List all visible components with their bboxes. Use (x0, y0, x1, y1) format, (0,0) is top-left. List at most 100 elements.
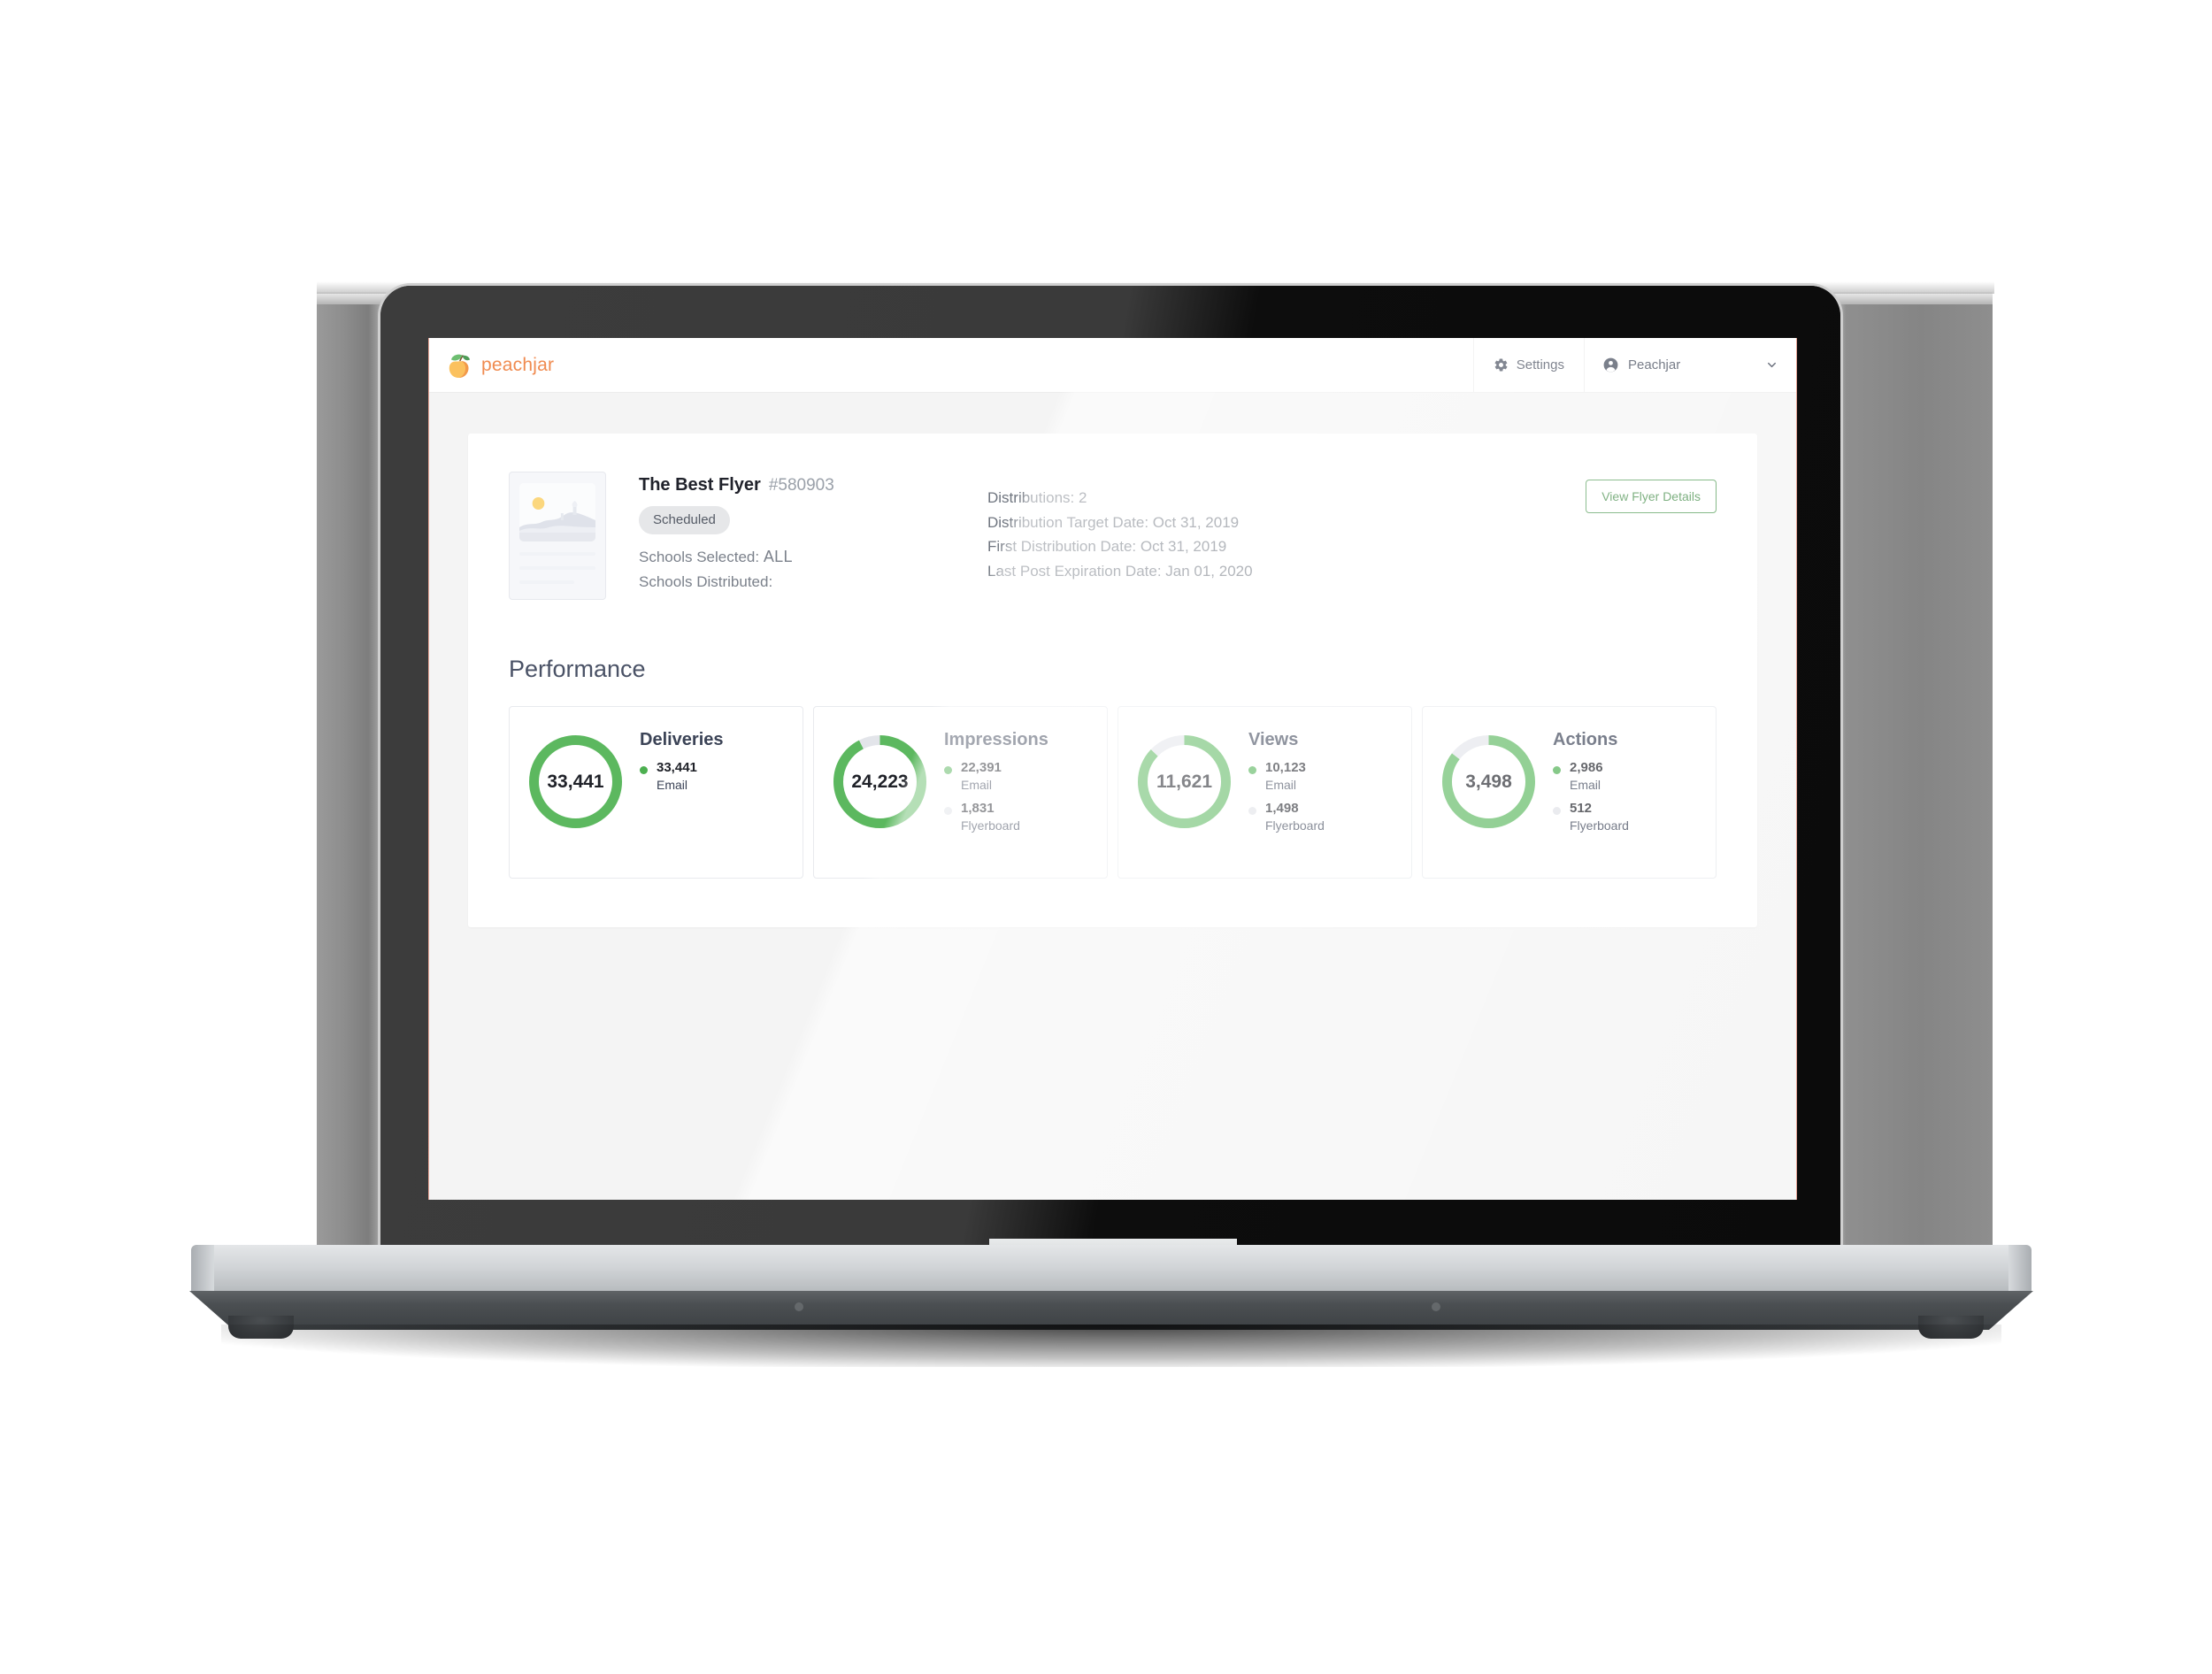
laptop-screw (795, 1302, 803, 1311)
performance-stat-grid: 33,441 Deliveries 33,441 Email 24,223 Impress… (509, 706, 1717, 879)
legend-source: Flyerboard (1265, 818, 1325, 833)
flyer-thumbnail-line (519, 552, 595, 556)
legend-value: 22,391 (961, 760, 1002, 775)
distributions-count: Distributions: 2 (987, 489, 1087, 506)
legend-value: 33,441 (657, 760, 697, 775)
status-badge: Scheduled (639, 506, 730, 534)
legend-source: Email (657, 778, 688, 792)
legend-row: 512 Flyerboard (1553, 801, 1629, 833)
legend-row: 22,391 Email (944, 760, 1048, 792)
legend-row: 33,441 Email (640, 760, 724, 792)
legend-text: 22,391 Email (961, 760, 1002, 792)
laptop-screen: peachjar Settings Peachjar The Best Flye… (429, 338, 1796, 1200)
flyer-thumbnail-artwork (519, 483, 595, 541)
flyer-id: #580903 (768, 476, 834, 495)
legend-dot-icon (944, 766, 952, 774)
stat-details: Actions 2,986 Email 512 Flyerboard (1553, 726, 1629, 833)
donut-chart: 3,498 (1439, 732, 1539, 832)
flyer-performance-card: The Best Flyer #580903 Scheduled Schools… (468, 434, 1757, 927)
laptop-base-top (191, 1245, 2032, 1293)
flyer-thumbnail-line (519, 580, 574, 584)
gear-icon (1494, 357, 1509, 372)
stat-title: Deliveries (640, 730, 724, 749)
legend-text: 10,123 Email (1265, 760, 1306, 792)
laptop-right-edge (1833, 292, 1993, 1246)
schools-distributed-row: Schools Distributed: (639, 572, 913, 591)
legend-dot-icon (640, 766, 648, 774)
last-post-expiration-date: Last Post Expiration Date: Jan 01, 2020 (987, 562, 1253, 580)
stat-card: 24,223 Impressions 22,391 Email 1,831 Flyerbo… (813, 706, 1108, 879)
legend-row: 1,831 Flyerboard (944, 801, 1048, 833)
legend-source: Email (1570, 778, 1601, 792)
first-distribution-date: First Distribution Date: Oct 31, 2019 (987, 538, 1227, 556)
schools-selected-label: Schools Selected: (639, 549, 760, 565)
donut-chart: 11,621 (1134, 732, 1234, 832)
legend-dot-icon (1553, 807, 1561, 815)
schools-selected-value: ALL (763, 548, 793, 565)
stat-card: 3,498 Actions 2,986 Email 512 Flyerboard (1422, 706, 1717, 879)
legend-row: 10,123 Email (1248, 760, 1325, 792)
laptop-drop-shadow (221, 1325, 2001, 1367)
stat-card: 33,441 Deliveries 33,441 Email (509, 706, 803, 879)
legend-source: Flyerboard (961, 818, 1020, 833)
brand-logo[interactable]: peachjar (448, 352, 554, 379)
settings-button[interactable]: Settings (1472, 338, 1584, 392)
laptop-left-edge (317, 292, 386, 1246)
donut-chart: 33,441 (526, 732, 626, 832)
legend-value: 1,831 (961, 801, 995, 816)
donut-total: 3,498 (1465, 771, 1512, 792)
donut-total: 33,441 (547, 771, 604, 792)
legend: 2,986 Email 512 Flyerboard (1553, 760, 1629, 833)
account-name: Peachjar (1628, 357, 1681, 372)
flyer-info: The Best Flyer #580903 Scheduled Schools… (639, 472, 913, 591)
legend: 33,441 Email (640, 760, 724, 792)
legend-dot-icon (1248, 807, 1256, 815)
legend: 22,391 Email 1,831 Flyerboard (944, 760, 1048, 833)
flyer-thumbnail-line (519, 566, 595, 570)
page-body: The Best Flyer #580903 Scheduled Schools… (429, 393, 1796, 1200)
donut-total: 24,223 (851, 771, 909, 792)
performance-heading: Performance (509, 656, 646, 682)
brand-name: peachjar (481, 354, 555, 375)
legend-text: 512 Flyerboard (1570, 801, 1629, 833)
legend-text: 1,498 Flyerboard (1265, 801, 1325, 833)
header-actions: Settings Peachjar (1472, 338, 1796, 392)
chevron-down-icon[interactable] (1765, 358, 1778, 372)
legend-source: Email (961, 778, 993, 792)
stat-title: Actions (1553, 730, 1618, 749)
stat-details: Deliveries 33,441 Email (640, 726, 724, 792)
account-dropdown[interactable]: Peachjar (1584, 338, 1796, 392)
legend-text: 2,986 Email (1570, 760, 1603, 792)
laptop-screw (1432, 1302, 1440, 1311)
legend-dot-icon (1248, 766, 1256, 774)
legend-row: 1,498 Flyerboard (1248, 801, 1325, 833)
stat-card: 11,621 Views 10,123 Email 1,498 Flyerboard (1118, 706, 1412, 879)
legend-row: 2,986 Email (1553, 760, 1629, 792)
legend: 10,123 Email 1,498 Flyerboard (1248, 760, 1325, 833)
flyer-placeholder-image[interactable] (509, 472, 606, 600)
distribution-details: Distributions: 2 Distribution Target Dat… (987, 472, 1253, 583)
settings-label: Settings (1516, 357, 1564, 372)
flyer-title: The Best Flyer (639, 475, 761, 495)
legend-text: 1,831 Flyerboard (961, 801, 1020, 833)
legend-source: Email (1265, 778, 1297, 792)
donut-total: 11,621 (1156, 771, 1213, 792)
distribution-target-date: Distribution Target Date: Oct 31, 2019 (987, 513, 1240, 531)
legend-value: 512 (1570, 801, 1593, 816)
stat-details: Views 10,123 Email 1,498 Flyerboard (1248, 726, 1325, 833)
peach-logo-icon (448, 352, 473, 379)
schools-distributed-label: Schools Distributed: (639, 573, 773, 590)
legend-value: 1,498 (1265, 801, 1299, 816)
legend-source: Flyerboard (1570, 818, 1629, 833)
stat-title: Impressions (944, 730, 1048, 749)
legend-text: 33,441 Email (657, 760, 697, 792)
screenshot-stage: peachjar Settings Peachjar The Best Flye… (0, 0, 2212, 1674)
flyer-title-row: The Best Flyer #580903 (639, 475, 913, 495)
user-circle-icon (1602, 357, 1619, 373)
schools-selected-row: Schools Selected: ALL (639, 548, 913, 566)
app-header: peachjar Settings Peachjar (429, 338, 1796, 393)
legend-value: 10,123 (1265, 760, 1306, 775)
view-flyer-details-button[interactable]: View Flyer Details (1586, 480, 1717, 513)
flyer-summary-row: The Best Flyer #580903 Scheduled Schools… (509, 472, 1717, 600)
stat-title: Views (1248, 730, 1299, 749)
